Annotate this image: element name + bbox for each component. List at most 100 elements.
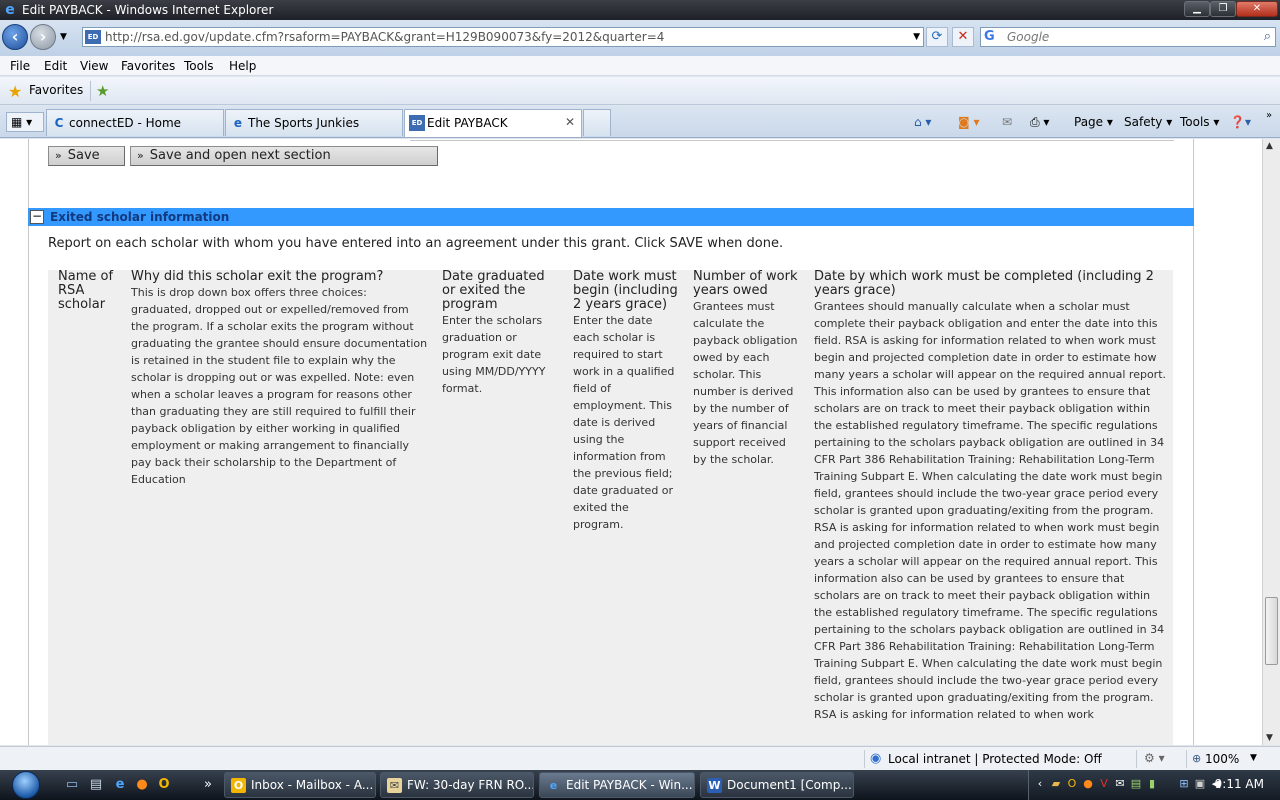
menu-help[interactable]: Help <box>229 58 256 74</box>
task-fw-email[interactable]: ✉ FW: 30-day FRN RO... <box>380 772 534 798</box>
save-button[interactable]: » Save <box>48 146 125 166</box>
tray-outlook-icon[interactable]: O <box>1065 777 1079 791</box>
menu-bar: File Edit View Favorites Tools Help <box>0 56 1280 76</box>
column-header: Date work must begin (including 2 years … <box>573 269 678 312</box>
minimize-button[interactable]: ▁ <box>1184 1 1210 17</box>
column-exit-reason: Why did this scholar exit the program? T… <box>131 270 429 488</box>
column-date-exited: Date graduated or exited the program Ent… <box>442 270 558 397</box>
word-icon: W <box>707 778 722 793</box>
restore-button[interactable]: ❐ <box>1210 1 1236 17</box>
tools-menu-label: Tools <box>1180 115 1210 129</box>
network-icon[interactable]: ⊞ <box>1177 777 1191 791</box>
menu-file[interactable]: File <box>10 58 30 74</box>
collapse-icon[interactable]: − <box>30 210 44 224</box>
column-header: Number of work years owed <box>693 269 798 298</box>
ie-logo-icon: e <box>5 2 15 18</box>
search-icon[interactable]: ⌕ <box>1264 29 1271 44</box>
page-menu[interactable]: Page ▾ <box>1074 112 1113 132</box>
help-icon[interactable]: ❓▾ <box>1230 112 1251 132</box>
task-document1[interactable]: W Document1 [Comp... <box>700 772 854 798</box>
read-mail-icon[interactable]: ✉ <box>1002 112 1012 132</box>
show-desktop-icon[interactable]: ▭ <box>64 777 80 793</box>
switch-windows-icon[interactable]: ▤ <box>88 777 104 793</box>
favorites-button[interactable]: Favorites <box>29 83 83 97</box>
quick-tabs-button[interactable]: ▦ ▾ <box>6 112 44 132</box>
column-description: Enter the scholars graduation or program… <box>442 314 546 395</box>
safety-menu-label: Safety <box>1124 115 1163 129</box>
forward-button[interactable]: › <box>30 24 56 50</box>
column-description: This is drop down box offers three choic… <box>131 286 428 486</box>
clock[interactable]: 9:11 AM <box>1215 777 1264 791</box>
feeds-icon[interactable]: ◙ ▾ <box>958 112 979 132</box>
print-icon[interactable]: ⎙ ▾ <box>1030 112 1049 132</box>
vertical-scrollbar[interactable]: ▲ ▼ <box>1262 139 1280 745</box>
search-placeholder: Google <box>1007 30 1050 44</box>
zoom-dropdown-icon[interactable]: ▼ <box>1250 753 1257 763</box>
back-button[interactable]: ‹ <box>2 24 28 50</box>
scroll-thumb[interactable] <box>1265 597 1278 665</box>
tray-folder-icon[interactable]: ▰ <box>1049 777 1063 791</box>
tab-sports-junkies[interactable]: e The Sports Junkies <box>225 109 403 136</box>
security-zone-text[interactable]: Local intranet | Protected Mode: Off <box>888 752 1102 766</box>
column-work-years: Number of work years owed Grantees must … <box>693 270 801 468</box>
scroll-up-icon[interactable]: ▲ <box>1266 141 1273 151</box>
protected-mode-icon[interactable]: ⚙ ▾ <box>1144 751 1165 765</box>
start-button[interactable] <box>6 770 50 800</box>
menu-edit[interactable]: Edit <box>44 58 67 74</box>
chevron-more-icon[interactable]: » <box>1266 106 1272 126</box>
tray-mail-icon[interactable]: ✉ <box>1113 777 1127 791</box>
scholar-table: Name of RSA scholar Why did this scholar… <box>48 270 1173 745</box>
tray-app-icon[interactable]: ▤ <box>1129 777 1143 791</box>
history-dropdown-icon[interactable]: ▼ <box>60 32 67 42</box>
tray-info-icon[interactable]: ▣ <box>1193 777 1207 791</box>
firefox-icon[interactable]: ● <box>134 777 150 793</box>
tray-antivirus-icon[interactable]: V <box>1097 777 1111 791</box>
tab-bar: ▦ ▾ C connectED - Home e The Sports Junk… <box>0 106 1280 138</box>
windows-logo-icon <box>12 771 40 799</box>
divider <box>90 81 91 101</box>
section-header[interactable]: − Exited scholar information <box>28 208 1194 226</box>
safety-menu[interactable]: Safety ▾ <box>1124 112 1172 132</box>
menu-tools[interactable]: Tools <box>184 58 214 74</box>
refresh-icon[interactable]: ⟳ <box>926 27 948 47</box>
menu-favorites[interactable]: Favorites <box>121 58 175 74</box>
tray-battery-icon[interactable]: ▮ <box>1145 777 1159 791</box>
close-window-button[interactable]: ✕ <box>1236 1 1278 17</box>
task-label: FW: 30-day FRN RO... <box>407 778 534 792</box>
ie-quicklaunch-icon[interactable]: e <box>112 777 128 793</box>
close-tab-icon[interactable]: ✕ <box>565 115 575 129</box>
mail-icon: ✉ <box>387 778 402 793</box>
outlook-quicklaunch-icon[interactable]: O <box>156 777 172 793</box>
zoom-icon: ⊕ <box>1192 752 1202 765</box>
tab-connected-home[interactable]: C connectED - Home <box>46 109 224 136</box>
quick-tabs-icon: ▦ ▾ <box>11 115 33 129</box>
task-label: Document1 [Comp... <box>727 778 852 792</box>
url-text: http://rsa.ed.gov/update.cfm?rsaform=PAY… <box>105 30 665 44</box>
stop-icon[interactable]: ✕ <box>952 27 974 47</box>
save-open-next-button[interactable]: » Save and open next section <box>130 146 438 166</box>
favorites-star-icon[interactable]: ★ <box>8 82 22 101</box>
search-field[interactable]: G Google ⌕ <box>980 27 1276 47</box>
task-edit-payback[interactable]: e Edit PAYBACK - Win... <box>539 772 695 798</box>
scroll-down-icon[interactable]: ▼ <box>1266 733 1273 743</box>
home-icon[interactable]: ⌂ ▾ <box>914 112 931 132</box>
tray-firefox-icon[interactable]: ● <box>1081 777 1095 791</box>
menu-view[interactable]: View <box>80 58 108 74</box>
status-bar: ◉ Local intranet | Protected Mode: Off ⚙… <box>0 746 1280 770</box>
chevron-more-icon[interactable]: » <box>200 777 216 793</box>
tab-edit-payback[interactable]: ED Edit PAYBACK ✕ <box>404 109 582 137</box>
favorites-bar: ★ Favorites ★ <box>0 77 1280 105</box>
new-tab-button[interactable] <box>583 109 611 136</box>
column-header: Date graduated or exited the program <box>442 269 545 312</box>
add-favorite-icon[interactable]: ★ <box>96 82 109 100</box>
ed-favicon: ED <box>409 115 425 131</box>
zoom-level[interactable]: 100% <box>1205 752 1239 766</box>
system-tray: ‹ ▰ O ● V ✉ ▤ ▮ ⊞ ▣ ◀ 9:11 AM <box>1028 770 1280 800</box>
address-field[interactable]: ED http://rsa.ed.gov/update.cfm?rsaform=… <box>82 27 924 47</box>
tools-menu[interactable]: Tools ▾ <box>1180 112 1219 132</box>
connected-favicon: C <box>54 116 64 130</box>
column-work-begin: Date work must begin (including 2 years … <box>573 270 681 533</box>
address-dropdown-icon[interactable]: ▼ <box>913 29 920 45</box>
task-inbox[interactable]: O Inbox - Mailbox - A... <box>224 772 376 798</box>
tray-expand-icon[interactable]: ‹ <box>1033 777 1047 791</box>
